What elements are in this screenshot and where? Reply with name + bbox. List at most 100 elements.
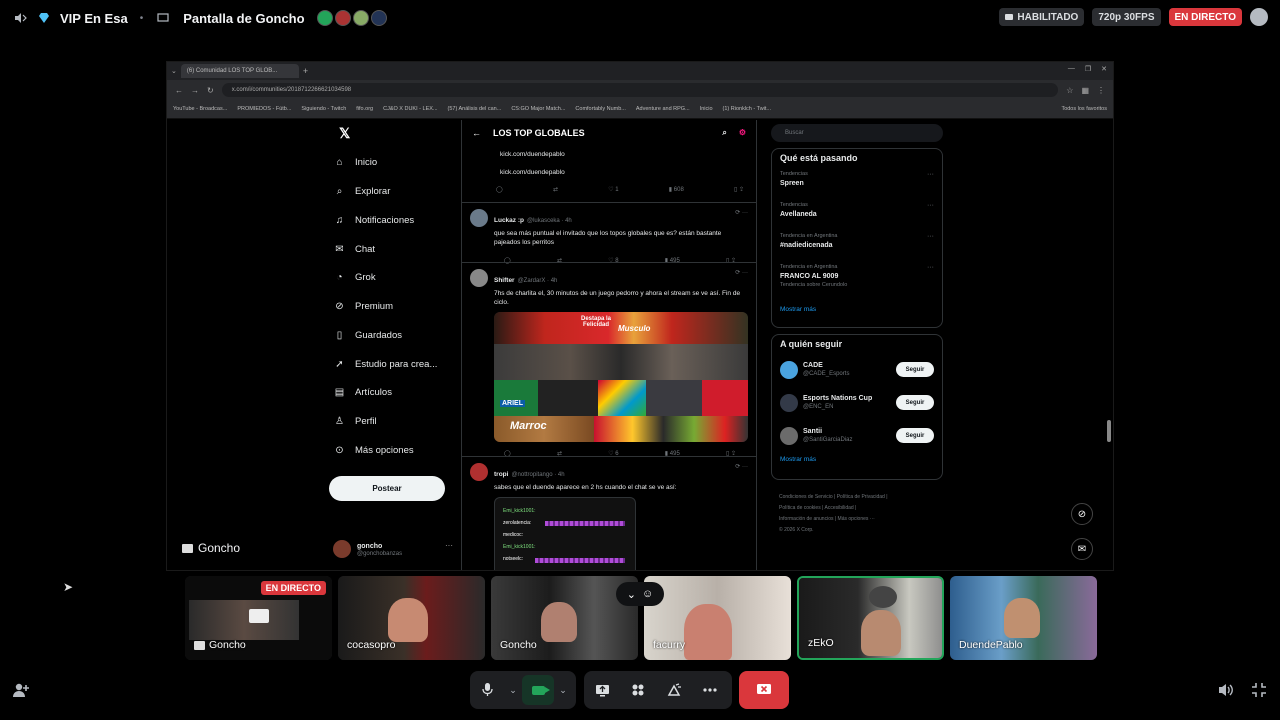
minimize-icon[interactable]: —: [1068, 65, 1075, 73]
x-nav-guardados[interactable]: ▯ Guardados: [333, 329, 402, 342]
x-search-input[interactable]: Buscar: [771, 124, 943, 142]
x-nav-perfil[interactable]: ♙ Perfil: [333, 415, 377, 428]
bookmark[interactable]: CS:GO Major Match...: [511, 106, 565, 112]
more-options-button[interactable]: [692, 671, 728, 709]
microphone-button[interactable]: [470, 671, 504, 709]
bookmark[interactable]: PROMIEDOS - Fútb...: [237, 106, 291, 112]
tweet-author[interactable]: tropi: [494, 471, 508, 478]
settings-icon[interactable]: ⚙: [739, 128, 746, 138]
x-nav-estudio[interactable]: ➚ Estudio para crea...: [333, 358, 437, 371]
footer-line[interactable]: Política de cookies | Accesibilidad |: [779, 503, 943, 514]
x-nav-mas[interactable]: ⊙ Más opciones: [333, 444, 413, 457]
tweet-author[interactable]: Shifter: [494, 277, 515, 284]
account-switcher[interactable]: goncho @gonchobanzas ···: [333, 538, 453, 560]
link-text[interactable]: kick.com/duendepablo: [462, 162, 756, 182]
views-icon[interactable]: ▮ 608: [669, 186, 684, 193]
bookmark[interactable]: Comfortably Numb...: [575, 106, 625, 112]
participant-tile[interactable]: DuendePablo: [950, 576, 1097, 660]
bookmark[interactable]: CJ&O X DUKI - LEX...: [383, 106, 437, 112]
trend-item[interactable]: Tendencia en Argentina #nadiedicenada ··…: [780, 233, 934, 264]
volume-icon[interactable]: [1217, 682, 1235, 701]
scrollbar[interactable]: [1107, 420, 1111, 442]
back-arrow-icon[interactable]: ←: [472, 128, 481, 138]
tweet-author[interactable]: Luckaz :p: [494, 217, 524, 224]
participant-tile[interactable]: EN DIRECTO Goncho: [185, 576, 332, 660]
more-dots-icon[interactable]: ···: [927, 202, 934, 209]
more-dots-icon[interactable]: ···: [927, 233, 934, 240]
bookmark-icon[interactable]: ▯ ⇪: [734, 186, 744, 193]
show-more-link[interactable]: Mostrar más: [780, 306, 934, 313]
bookmark[interactable]: Inicio: [700, 106, 713, 112]
x-nav-articulos[interactable]: ▤ Artículos: [333, 386, 392, 399]
camera-button[interactable]: [522, 675, 554, 705]
x-nav-chat[interactable]: ✉ Chat: [333, 243, 375, 256]
tweet-menu-icon[interactable]: ⟳ ···: [735, 463, 748, 470]
like-icon[interactable]: ♡ 1: [608, 186, 618, 193]
search-icon[interactable]: ⌕: [722, 128, 726, 138]
tweet-media[interactable]: Destapa la Felicidad Musculo ARIEL Marro…: [494, 312, 748, 442]
footer-line[interactable]: Información de anuncios | Más opciones ·…: [779, 514, 943, 525]
channel-name[interactable]: VIP En Esa: [60, 11, 128, 26]
x-nav-grok[interactable]: ◔ Grok: [333, 271, 375, 284]
new-tab-icon[interactable]: +: [303, 66, 308, 76]
participant-tile[interactable]: cocasopro: [338, 576, 485, 660]
bookmark[interactable]: (1) Rionklch - Twit...: [723, 106, 772, 112]
fullscreen-exit-icon[interactable]: [1251, 682, 1267, 701]
more-dots-icon[interactable]: ···: [927, 171, 934, 178]
back-icon[interactable]: ←: [175, 86, 183, 95]
bookmark[interactable]: Siguiendo - Twitch: [301, 106, 346, 112]
trend-item[interactable]: Tendencias Spreen ···: [780, 171, 934, 202]
follow-button[interactable]: Seguir: [896, 395, 934, 410]
post-button[interactable]: Postear: [329, 476, 445, 501]
extensions-icon[interactable]: ▦: [1081, 86, 1089, 95]
footer-line[interactable]: Condiciones de Servicio | Política de Pr…: [779, 492, 943, 503]
x-nav-premium[interactable]: ⊘ Premium: [333, 300, 393, 313]
follow-item[interactable]: Esports Nations Cup @ENC_EN Seguir: [780, 386, 934, 419]
follow-item[interactable]: CADE @CADE_Esports Seguir: [780, 353, 934, 386]
chevron-down-icon[interactable]: ⌄: [554, 671, 572, 709]
participant-tile[interactable]: zEkO: [797, 576, 944, 660]
bookmark[interactable]: fifo.org: [356, 106, 373, 112]
more-dots-icon[interactable]: ···: [445, 541, 453, 550]
url-field[interactable]: x.com/i/communities/2018712266621034598: [221, 83, 1059, 97]
x-nav-inicio[interactable]: ⌂ Inicio: [333, 156, 377, 169]
messages-float-icon[interactable]: ✉: [1071, 538, 1093, 560]
tweet[interactable]: ⟳ ··· Luckaz :p @lukasceka · 4h que sea m…: [462, 202, 756, 264]
forward-icon[interactable]: →: [191, 86, 199, 95]
trend-item[interactable]: Tendencias Avellaneda ···: [780, 202, 934, 233]
reload-icon[interactable]: ↻: [207, 86, 214, 95]
more-dots-icon[interactable]: ···: [927, 264, 934, 271]
x-nav-notificaciones[interactable]: ♫ Notificaciones: [333, 214, 414, 227]
browser-tab[interactable]: (6) Comunidad LOS TOP GLOB...: [180, 64, 299, 78]
viewer-avatars[interactable]: [316, 10, 387, 26]
show-more-link[interactable]: Mostrar más: [780, 456, 934, 463]
soundboard-button[interactable]: [656, 671, 692, 709]
retweet-icon[interactable]: ⇄: [553, 186, 558, 193]
star-icon[interactable]: ☆: [1066, 86, 1073, 95]
tweet-media-chat[interactable]: Emi_kick1001: zerolatencia: medicoc: Emi…: [494, 497, 636, 570]
bookmark-all[interactable]: Todos los favoritos: [1061, 106, 1107, 112]
tweet-menu-icon[interactable]: ⟳ ···: [735, 269, 748, 276]
tab-list-icon[interactable]: ⌄: [171, 67, 177, 75]
participant-tile[interactable]: facurry: [644, 576, 791, 660]
add-user-icon[interactable]: [12, 682, 30, 701]
follow-button[interactable]: Seguir: [896, 428, 934, 443]
tweet[interactable]: ⟳ ··· Shifter @ZardarX · 4h 7hs de charli…: [462, 262, 756, 457]
follow-button[interactable]: Seguir: [896, 362, 934, 377]
trend-item[interactable]: Tendencia en Argentina FRANCO AL 9009 Te…: [780, 264, 934, 302]
reply-icon[interactable]: ◯: [496, 186, 503, 193]
menu-icon[interactable]: ⋮: [1097, 86, 1105, 95]
link-text[interactable]: kick.com/duendepablo: [462, 146, 756, 162]
chevron-down-icon[interactable]: ⌄: [504, 671, 522, 709]
collapse-participants-button[interactable]: ⌄ ☺: [616, 582, 664, 606]
tweet-menu-icon[interactable]: ⟳ ···: [735, 209, 748, 216]
maximize-icon[interactable]: ❐: [1085, 65, 1091, 73]
activities-button[interactable]: [620, 671, 656, 709]
bookmark[interactable]: Adventure and RPG...: [636, 106, 690, 112]
chat-bubble-icon[interactable]: [1250, 8, 1268, 26]
grok-float-icon[interactable]: ⊘: [1071, 503, 1093, 525]
bookmark[interactable]: YouTube - Broadcas...: [173, 106, 227, 112]
disconnect-button[interactable]: [739, 671, 789, 709]
close-icon[interactable]: ✕: [1101, 65, 1107, 73]
follow-item[interactable]: Santii @SantiGarciaDiaz Seguir: [780, 419, 934, 452]
